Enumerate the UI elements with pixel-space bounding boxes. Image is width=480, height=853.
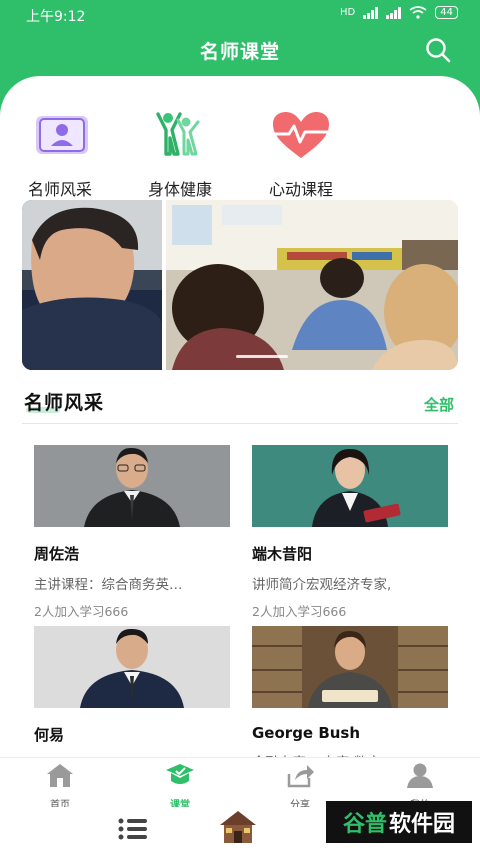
- home-icon: [47, 764, 73, 787]
- teacher-photo: [34, 445, 230, 527]
- teacher-photo: [252, 445, 448, 527]
- watermark-logo: 谷普 软件园: [326, 801, 472, 843]
- bottom-tab-bar: 首页 课堂 分享 我的: [0, 757, 480, 811]
- graduation-cap-icon: [166, 764, 194, 784]
- battery-icon: 44: [435, 6, 458, 19]
- watermark-part1: 谷普: [342, 812, 387, 837]
- network-label: HD: [340, 7, 356, 18]
- classroom-photo: [22, 200, 458, 370]
- tab-classroom[interactable]: 课堂: [140, 762, 220, 811]
- teacher-photo: [252, 626, 448, 708]
- teacher-card[interactable]: 何易 讲师简介,房地产专家: [34, 626, 232, 766]
- people-health-icon: [156, 112, 200, 156]
- category-heart-course[interactable]: 心动课程: [241, 110, 361, 200]
- teacher-name: 周佐浩: [34, 545, 80, 563]
- divider: [22, 423, 458, 424]
- category-health[interactable]: 身体健康: [120, 110, 240, 200]
- learner-count: 2人加入学习666: [252, 604, 347, 619]
- main-content: 名师风采 身体健康 心动课程 名师风采 全部 周佐浩 主讲课程：综合商务英… 2…: [0, 76, 480, 766]
- teacher-card[interactable]: George Bush 金融专家,IT专家,数字…: [252, 626, 450, 766]
- user-icon: [407, 763, 433, 788]
- teacher-desc: 讲师简介宏观经济专家,: [252, 577, 392, 593]
- category-famous-teachers[interactable]: 名师风采: [0, 110, 120, 200]
- teacher-card[interactable]: 端木昔阳 讲师简介宏观经济专家, 2人加入学习666: [252, 445, 450, 620]
- house-home-icon[interactable]: [218, 809, 258, 845]
- category-label: 身体健康: [147, 180, 212, 199]
- signal-icon-2: [386, 6, 402, 19]
- banner-carousel[interactable]: [22, 200, 458, 370]
- teacher-name: 何易: [34, 726, 65, 744]
- teacher-card[interactable]: 周佐浩 主讲课程：综合商务英… 2人加入学习666: [34, 445, 232, 620]
- status-bar: 上午9:12 HD 44: [0, 0, 480, 28]
- teacher-screen-icon: [36, 116, 88, 154]
- view-all-link[interactable]: 全部: [424, 394, 454, 415]
- tab-home[interactable]: 首页: [20, 762, 100, 811]
- teacher-name: George Bush: [252, 724, 361, 742]
- app-screen: 上午9:12 HD 44 名师课堂 名师风采 身体健康 心动课程 名师风采 全部…: [0, 0, 480, 853]
- teacher-desc: 主讲课程：综合商务英…: [34, 577, 183, 593]
- category-label: 名师风采: [27, 180, 92, 199]
- status-time: 上午9:12: [26, 9, 86, 25]
- carousel-indicator: [236, 355, 288, 358]
- section-title: 名师风采: [24, 392, 105, 414]
- learner-count: 2人加入学习666: [34, 604, 129, 619]
- wifi-icon: [409, 6, 427, 19]
- share-icon: [287, 765, 314, 788]
- teacher-photo: [34, 626, 230, 708]
- status-icons: HD 44: [340, 6, 458, 19]
- search-icon[interactable]: [424, 36, 452, 64]
- category-label: 心动课程: [268, 180, 333, 199]
- page-title: 名师课堂: [199, 41, 280, 63]
- heartbeat-icon: [273, 112, 331, 158]
- signal-icon: [363, 6, 379, 19]
- teacher-name: 端木昔阳: [252, 545, 313, 563]
- menu-icon[interactable]: [118, 817, 148, 841]
- watermark-part2: 软件园: [389, 812, 456, 837]
